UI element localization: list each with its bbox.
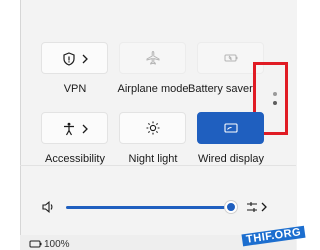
shield-icon [63,52,75,66]
battery-saver-icon [224,54,237,62]
chevron-right-icon[interactable] [78,122,92,136]
wired-display-label: Wired display [197,153,265,165]
accessibility-icon [64,122,74,136]
audio-output-icon[interactable] [245,199,269,215]
battery-saver-label: Battery saver [188,83,253,95]
accessibility-label: Accessibility [45,153,105,165]
section-divider [20,165,296,166]
vpn-tile[interactable] [41,42,108,74]
night-light-label: Night light [128,153,178,165]
display-icon [223,123,238,133]
accessibility-tile[interactable] [41,112,108,144]
battery-icon [29,240,42,248]
airplane-icon [146,50,159,65]
vpn-label: VPN [63,83,87,95]
airplane-mode-tile[interactable] [119,42,186,74]
volume-slider-track[interactable] [66,206,232,209]
speaker-icon[interactable] [41,200,55,214]
brightness-icon [146,121,159,135]
airplane-mode-label: Airplane mode [117,83,189,95]
volume-slider-thumb[interactable] [225,201,237,213]
night-light-tile[interactable] [119,112,186,144]
wired-display-tile[interactable] [197,112,264,144]
chevron-right-icon[interactable] [78,52,92,66]
battery-percentage: 100% [44,239,70,250]
